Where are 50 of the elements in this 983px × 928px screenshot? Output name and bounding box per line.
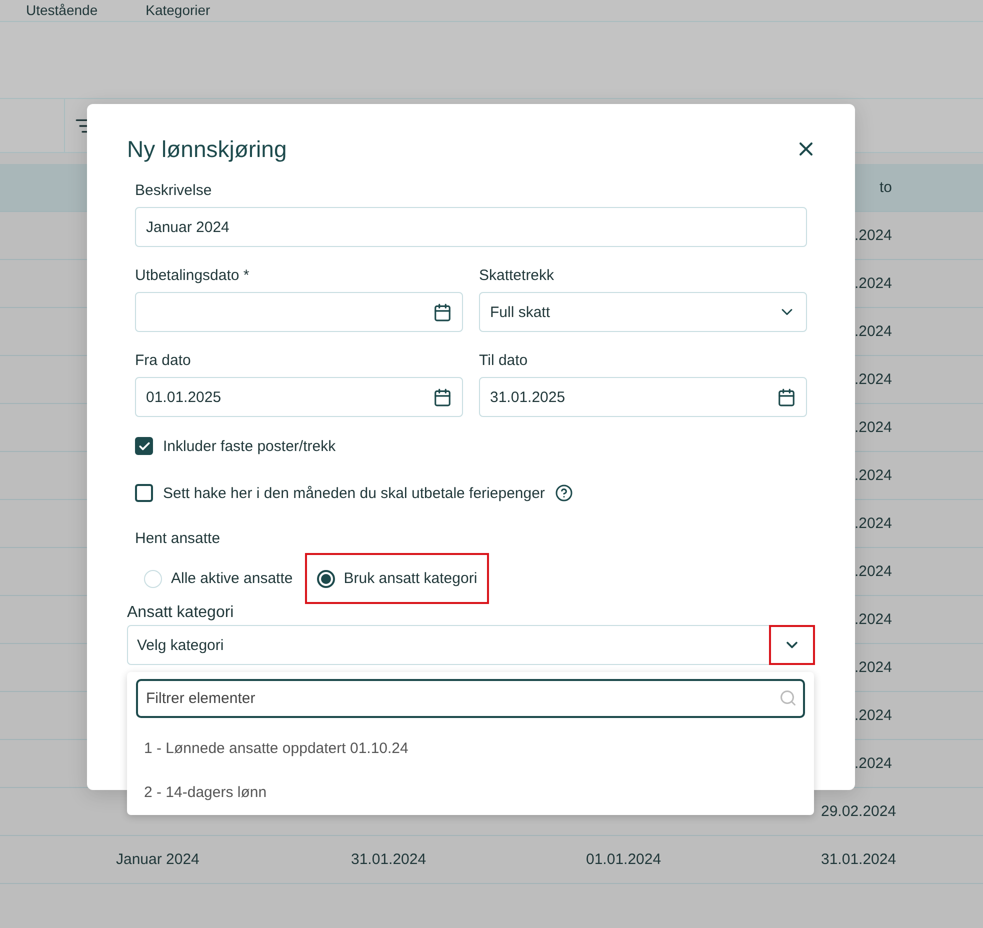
checkbox-label: Inkluder faste poster/trekk [163,438,336,454]
dialog-title: Ny lønnskjøring [127,136,287,162]
field-label: Beskrivelse [135,182,213,199]
checkbox[interactable] [135,437,153,455]
table-cell-text: .2024 [853,563,892,580]
check-icon [138,440,150,452]
select-field[interactable]: Velg kategori [127,625,815,665]
table-cell-text: .2024 [853,755,892,772]
column-header: to [878,179,892,196]
table-cell-text: .2024 [853,419,892,436]
group-label: Hent ansatte [135,530,222,547]
tab[interactable]: Kategorier [146,0,234,21]
date-field[interactable]: 31.01.2025 [479,377,807,417]
table-cell: 31.01.2024 [821,851,896,868]
dropdown-option[interactable]: 2 - 14-dagers lønn [136,770,805,814]
search-icon [779,689,797,707]
radio-option[interactable]: Alle aktive ansatte [132,553,305,604]
calendar-icon[interactable] [433,388,452,406]
dropdown-toggle[interactable] [769,625,815,665]
select-field[interactable]: Full skatt [479,292,807,332]
table-cell-text: .2024 [853,227,892,244]
table-cell-text: Januar 2024 [116,851,200,868]
table-cell-text: .2024 [853,467,892,484]
table-cell-text: .2024 [853,707,892,724]
table-cell: 29.02.2024 [821,803,896,820]
table-cell-text: 31.01.2024 [351,851,428,868]
search-field[interactable]: Filtrer elementer [136,679,805,718]
field-label: Utbetalingsdato * [135,267,250,284]
field-label: Fra dato [135,352,192,369]
input-field[interactable]: Januar 2024 [135,207,807,247]
checkbox-label: Sett hake her i den måneden du skal utbetale feriepenger [163,484,545,502]
field-label: Skattetrekk [479,267,556,284]
dropdown-option[interactable]: 1 - Lønnede ansatte oppdatert 01.10.24 [136,726,805,770]
table-cell-text: 01.01.2024 [586,851,662,868]
radio-option[interactable]: Bruk ansatt kategori [304,553,490,604]
table-cell-text: .2024 [853,323,892,340]
table-cell-text: .2024 [853,659,892,676]
table-cell-text: .2024 [853,371,892,388]
tab[interactable]: Utestående [26,0,122,21]
help-icon[interactable] [554,484,573,502]
calendar-icon[interactable] [433,302,452,322]
field-label: Til dato [479,352,529,369]
date-field[interactable] [135,292,463,332]
date-field[interactable]: 01.01.2025 [135,377,463,417]
field-label: Ansatt kategori [127,604,235,622]
table-cell-text: .2024 [853,275,892,292]
table-cell-text: .2024 [853,515,892,532]
checkbox[interactable] [135,484,153,502]
table-cell-text: .2024 [853,611,892,628]
calendar-icon[interactable] [777,388,796,406]
